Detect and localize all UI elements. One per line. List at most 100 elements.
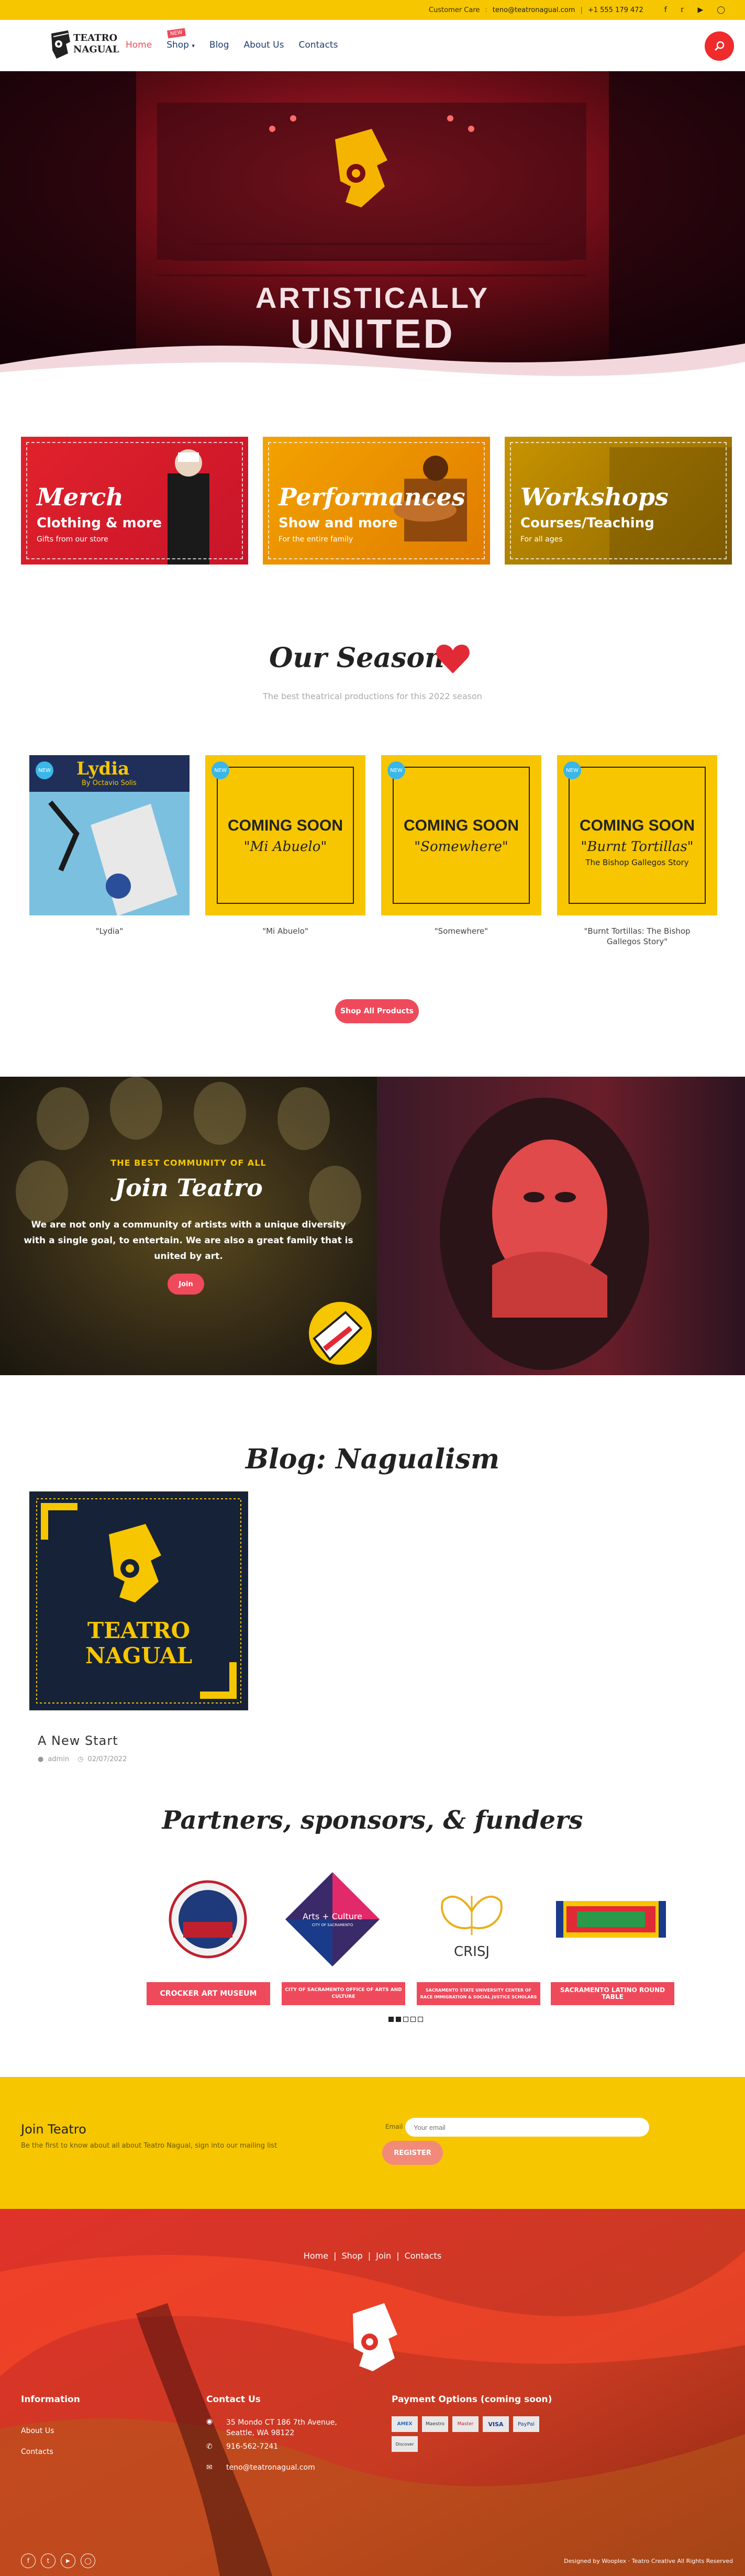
product-card-somewhere[interactable]: COMING SOON "Somewhere" NEW	[381, 755, 541, 915]
hero-banner: ARTISTICALLY UNITED	[0, 71, 745, 380]
nav-home[interactable]: Home	[126, 40, 152, 50]
teatro-nagual-logo	[36, 1498, 241, 1704]
site-logo[interactable]: TEATRO NAGUAL	[47, 26, 119, 65]
logo-text-2: NAGUAL	[73, 44, 119, 55]
topbar-phone[interactable]: +1 555 179 472	[588, 6, 643, 14]
footer-link-shop[interactable]: Shop	[341, 2251, 362, 2261]
contact-email[interactable]: teno@teatronagual.com	[226, 2463, 315, 2472]
card-performances[interactable]: Performances Show and more For the entir…	[263, 437, 490, 565]
arts-logo-sub: CITY OF SACRAMENTO	[312, 1923, 353, 1927]
main-nav: Home Shop ▾ Blog About Us Contacts	[126, 40, 338, 50]
clock-icon: ◷	[77, 1755, 84, 1763]
contact-address: 35 Mondo CT 186 7th Avenue, Seattle, WA …	[226, 2418, 337, 2437]
twitter-icon[interactable]: 𝕣	[681, 6, 684, 14]
product-name[interactable]: "Mi Abuelo"	[205, 926, 365, 936]
shop-new-badge: NEW	[167, 28, 186, 39]
product-name[interactable]: "Lydia"	[29, 926, 190, 936]
coming-soon-text: COMING SOON	[227, 817, 343, 834]
card-subtitle: Show and more	[279, 515, 398, 531]
crisj-logo[interactable]: CRISJ	[432, 1885, 511, 1964]
blog-post-title[interactable]: A New Start	[38, 1733, 118, 1748]
partner-crocker-button[interactable]: CROCKER ART MUSEUM	[147, 1982, 270, 2005]
carousel-dot[interactable]	[418, 2017, 423, 2022]
post-author[interactable]: admin	[48, 1755, 69, 1763]
user-icon: ●	[38, 1755, 44, 1763]
youtube-icon[interactable]: ▶	[61, 2553, 75, 2568]
facebook-icon[interactable]: f	[664, 6, 667, 14]
blog-post-meta: ● admin ◷ 02/07/2022	[38, 1755, 127, 1763]
join-button[interactable]: Join	[168, 1274, 204, 1295]
info-title: Information	[21, 2394, 80, 2405]
product-card-lydia[interactable]: Lydia By Octavio Solis NEW	[29, 755, 190, 915]
newsletter-title: Join Teatro	[21, 2122, 86, 2137]
nav-blog[interactable]: Blog	[209, 40, 229, 50]
contact-phone[interactable]: 916-562-7241	[226, 2442, 278, 2451]
partner-crisj-button[interactable]: SACRAMENTO STATE UNIVERSITY CENTER OF RA…	[417, 1982, 540, 2005]
poster-title: Lydia	[76, 758, 130, 779]
product-name[interactable]: "Somewhere"	[381, 926, 541, 936]
footer-link-contacts[interactable]: Contacts	[405, 2251, 442, 2261]
new-badge: NEW	[387, 761, 405, 779]
info-link-about[interactable]: About Us	[21, 2427, 54, 2435]
footer-logo[interactable]	[348, 2303, 400, 2371]
new-badge: NEW	[563, 761, 581, 779]
new-badge: NEW	[212, 761, 229, 779]
arts-culture-logo[interactable]: Arts + Culture CITY OF SACRAMENTO	[283, 1870, 382, 1969]
mastercard-icon: Master	[452, 2416, 479, 2432]
top-bar: Customer Care : teno@teatronagual.com | …	[0, 0, 745, 20]
crocker-logo[interactable]	[169, 1880, 247, 1959]
coming-soon-poster: COMING SOON "Mi Abuelo"	[205, 755, 365, 915]
heart-icon	[436, 644, 470, 673]
nav-contacts[interactable]: Contacts	[298, 40, 338, 50]
twitter-icon[interactable]: t	[41, 2553, 55, 2568]
product-name[interactable]: "Burnt Tortillas: The Bishop Gallegos St…	[568, 926, 707, 947]
footer-link-home[interactable]: Home	[304, 2251, 328, 2261]
footer-link-join[interactable]: Join	[376, 2251, 391, 2261]
footer-nav: Home | Shop | Join | Contacts	[303, 2251, 442, 2261]
partner-latino-button[interactable]: SACRAMENTO LATINO ROUND TABLE	[551, 1982, 674, 2005]
carousel-dot-active[interactable]	[388, 2017, 394, 2022]
footer-background-image	[0, 2209, 745, 2576]
nav-about[interactable]: About Us	[243, 40, 284, 50]
shop-all-button[interactable]: Shop All Products	[335, 999, 419, 1023]
instagram-icon[interactable]: ◯	[81, 2553, 95, 2568]
search-button[interactable]	[705, 31, 734, 61]
blog-logo-text-2: NAGUAL	[85, 1643, 193, 1668]
contact-title: Contact Us	[206, 2394, 261, 2405]
coming-soon-poster: COMING SOON "Burnt Tortillas" The Bishop…	[557, 755, 717, 915]
mask-image	[377, 1077, 745, 1375]
carousel-dots	[388, 2017, 423, 2022]
topbar-email[interactable]: teno@teatronagual.com	[493, 6, 575, 14]
info-link-contacts[interactable]: Contacts	[21, 2448, 53, 2456]
carousel-dot[interactable]	[410, 2017, 416, 2022]
show-name: "Somewhere"	[414, 839, 508, 855]
product-card-mi-abuelo[interactable]: COMING SOON "Mi Abuelo" NEW	[205, 755, 365, 915]
footer-social: f t ▶ ◯	[21, 2553, 95, 2568]
crisj-logo-text: CRISJ	[453, 1944, 490, 1960]
card-workshops[interactable]: Workshops Courses/Teaching For all ages	[505, 437, 732, 565]
show-subtitle: The Bishop Gallegos Story	[585, 858, 689, 867]
youtube-icon[interactable]: ▶	[698, 6, 704, 14]
latino-roundtable-logo[interactable]	[556, 1890, 666, 1948]
coming-soon-text: COMING SOON	[403, 817, 519, 834]
carousel-dot[interactable]	[396, 2017, 401, 2022]
nav-shop[interactable]: Shop ▾	[166, 40, 195, 50]
paypal-icon: PayPal	[513, 2416, 539, 2432]
product-card-burnt-tortillas[interactable]: COMING SOON "Burnt Tortillas" The Bishop…	[557, 755, 717, 915]
facebook-icon[interactable]: f	[21, 2553, 36, 2568]
blog-post-image[interactable]: TEATRO NAGUAL	[29, 1491, 248, 1710]
email-input[interactable]	[405, 2118, 649, 2137]
carousel-dot[interactable]	[403, 2017, 408, 2022]
join-title: Join Teatro	[114, 1174, 263, 1202]
payment-title: Payment Options (coming soon)	[392, 2394, 552, 2405]
instagram-icon[interactable]: ◯	[717, 6, 725, 14]
show-name: "Burnt Tortillas"	[581, 839, 694, 855]
map-pin-icon: ◉	[206, 2417, 213, 2426]
partner-arts-button[interactable]: CITY OF SACRAMENTO OFFICE OF ARTS AND CU…	[282, 1982, 405, 2005]
amex-icon: AMEX	[392, 2416, 418, 2432]
site-header: TEATRO NAGUAL Home Shop ▾ Blog About Us …	[0, 20, 745, 71]
card-merch[interactable]: Merch Clothing & more Gifts from our sto…	[21, 437, 248, 565]
register-button[interactable]: REGISTER	[382, 2141, 443, 2165]
blog-logo-text-1: TEATRO	[87, 1618, 191, 1643]
payment-icons: AMEX Maestro Master VISA PayPal Discover	[392, 2416, 543, 2452]
